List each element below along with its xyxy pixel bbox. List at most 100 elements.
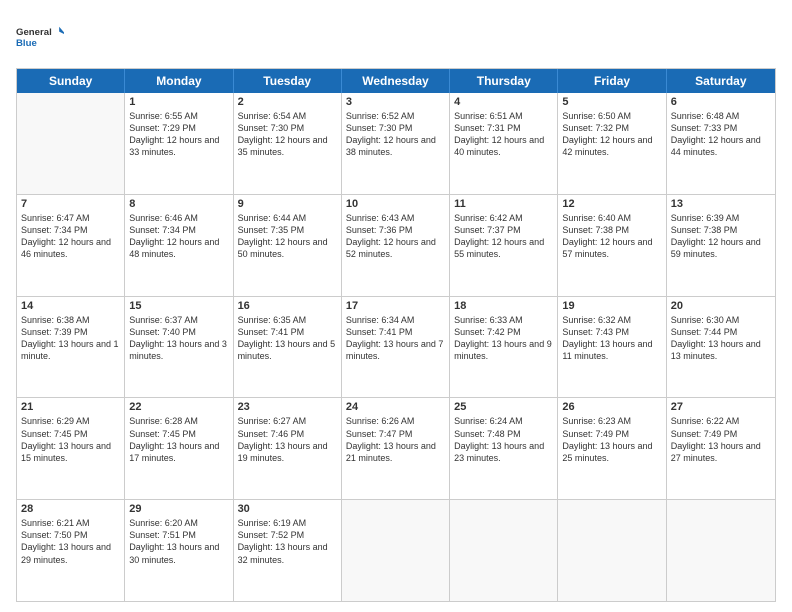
day-12: 12 Sunrise: 6:40 AM Sunset: 7:38 PM Dayli… (558, 195, 666, 296)
day-number: 17 (346, 300, 445, 312)
cell-sun-info: Sunrise: 6:52 AM Sunset: 7:30 PM Dayligh… (346, 110, 445, 159)
day-number: 8 (129, 198, 228, 210)
cell-sun-info: Sunrise: 6:39 AM Sunset: 7:38 PM Dayligh… (671, 212, 771, 261)
day-number: 30 (238, 503, 337, 515)
day-30: 30 Sunrise: 6:19 AM Sunset: 7:52 PM Dayli… (234, 500, 342, 601)
day-number: 24 (346, 401, 445, 413)
day-20: 20Sunrise: 6:30 AM Sunset: 7:44 PM Dayli… (667, 297, 775, 398)
header-day-sunday: Sunday (17, 69, 125, 93)
empty-cell-4-4 (450, 500, 558, 601)
day-number: 28 (21, 503, 120, 515)
day-8: 8 Sunrise: 6:46 AM Sunset: 7:34 PM Daylig… (125, 195, 233, 296)
cell-sun-info: Sunrise: 6:46 AM Sunset: 7:34 PM Dayligh… (129, 212, 228, 261)
header-day-thursday: Thursday (450, 69, 558, 93)
cell-sun-info: Sunrise: 6:50 AM Sunset: 7:32 PM Dayligh… (562, 110, 661, 159)
empty-cell-4-5 (558, 500, 666, 601)
cell-sun-info: Sunrise: 6:24 AM Sunset: 7:48 PM Dayligh… (454, 415, 553, 464)
day-number: 9 (238, 198, 337, 210)
cell-sun-info: Sunrise: 6:34 AM Sunset: 7:41 PM Dayligh… (346, 314, 445, 363)
cell-sun-info: Sunrise: 6:37 AM Sunset: 7:40 PM Dayligh… (129, 314, 228, 363)
week-row-1: 1Sunrise: 6:55 AM Sunset: 7:29 PM Daylig… (17, 93, 775, 195)
cell-sun-info: Sunrise: 6:29 AM Sunset: 7:45 PM Dayligh… (21, 415, 120, 464)
page-header: General Blue (16, 16, 776, 58)
day-number: 4 (454, 96, 553, 108)
header-day-wednesday: Wednesday (342, 69, 450, 93)
day-number: 6 (671, 96, 771, 108)
day-number: 1 (129, 96, 228, 108)
cell-sun-info: Sunrise: 6:47 AM Sunset: 7:34 PM Dayligh… (21, 212, 120, 261)
cell-sun-info: Sunrise: 6:32 AM Sunset: 7:43 PM Dayligh… (562, 314, 661, 363)
day-number: 18 (454, 300, 553, 312)
week-row-5: 28 Sunrise: 6:21 AM Sunset: 7:50 PM Dayli… (17, 500, 775, 601)
day-number: 22 (129, 401, 228, 413)
calendar-body: 1Sunrise: 6:55 AM Sunset: 7:29 PM Daylig… (17, 93, 775, 601)
empty-cell-4-6 (667, 500, 775, 601)
empty-cell-0-0 (17, 93, 125, 194)
cell-sun-info: Sunrise: 6:33 AM Sunset: 7:42 PM Dayligh… (454, 314, 553, 363)
day-5: 5 Sunrise: 6:50 AM Sunset: 7:32 PM Daylig… (558, 93, 666, 194)
day-number: 23 (238, 401, 337, 413)
header-day-friday: Friday (558, 69, 666, 93)
empty-cell-4-3 (342, 500, 450, 601)
day-number: 15 (129, 300, 228, 312)
day-10: 10 Sunrise: 6:43 AM Sunset: 7:36 PM Dayli… (342, 195, 450, 296)
day-29: 29Sunrise: 6:20 AM Sunset: 7:51 PM Dayli… (125, 500, 233, 601)
day-3: 3 Sunrise: 6:52 AM Sunset: 7:30 PM Daylig… (342, 93, 450, 194)
day-number: 14 (21, 300, 120, 312)
day-14: 14 Sunrise: 6:38 AM Sunset: 7:39 PM Dayli… (17, 297, 125, 398)
day-9: 9Sunrise: 6:44 AM Sunset: 7:35 PM Daylig… (234, 195, 342, 296)
week-row-2: 7 Sunrise: 6:47 AM Sunset: 7:34 PM Daylig… (17, 195, 775, 297)
logo-svg: General Blue (16, 16, 64, 58)
day-number: 2 (238, 96, 337, 108)
cell-sun-info: Sunrise: 6:28 AM Sunset: 7:45 PM Dayligh… (129, 415, 228, 464)
header-day-tuesday: Tuesday (234, 69, 342, 93)
cell-sun-info: Sunrise: 6:43 AM Sunset: 7:36 PM Dayligh… (346, 212, 445, 261)
day-7: 7 Sunrise: 6:47 AM Sunset: 7:34 PM Daylig… (17, 195, 125, 296)
cell-sun-info: Sunrise: 6:19 AM Sunset: 7:52 PM Dayligh… (238, 517, 337, 566)
cell-sun-info: Sunrise: 6:38 AM Sunset: 7:39 PM Dayligh… (21, 314, 120, 363)
day-number: 20 (671, 300, 771, 312)
day-number: 16 (238, 300, 337, 312)
day-2: 2Sunrise: 6:54 AM Sunset: 7:30 PM Daylig… (234, 93, 342, 194)
day-4: 4 Sunrise: 6:51 AM Sunset: 7:31 PM Daylig… (450, 93, 558, 194)
day-17: 17 Sunrise: 6:34 AM Sunset: 7:41 PM Dayli… (342, 297, 450, 398)
day-24: 24 Sunrise: 6:26 AM Sunset: 7:47 PM Dayli… (342, 398, 450, 499)
day-25: 25 Sunrise: 6:24 AM Sunset: 7:48 PM Dayli… (450, 398, 558, 499)
header-day-saturday: Saturday (667, 69, 775, 93)
day-number: 7 (21, 198, 120, 210)
day-number: 25 (454, 401, 553, 413)
day-1: 1Sunrise: 6:55 AM Sunset: 7:29 PM Daylig… (125, 93, 233, 194)
day-number: 11 (454, 198, 553, 210)
cell-sun-info: Sunrise: 6:26 AM Sunset: 7:47 PM Dayligh… (346, 415, 445, 464)
day-19: 19 Sunrise: 6:32 AM Sunset: 7:43 PM Dayli… (558, 297, 666, 398)
svg-text:Blue: Blue (16, 38, 37, 49)
day-number: 12 (562, 198, 661, 210)
day-23: 23Sunrise: 6:27 AM Sunset: 7:46 PM Dayli… (234, 398, 342, 499)
day-11: 11 Sunrise: 6:42 AM Sunset: 7:37 PM Dayli… (450, 195, 558, 296)
day-number: 26 (562, 401, 661, 413)
day-22: 22 Sunrise: 6:28 AM Sunset: 7:45 PM Dayli… (125, 398, 233, 499)
day-21: 21 Sunrise: 6:29 AM Sunset: 7:45 PM Dayli… (17, 398, 125, 499)
day-28: 28 Sunrise: 6:21 AM Sunset: 7:50 PM Dayli… (17, 500, 125, 601)
day-26: 26 Sunrise: 6:23 AM Sunset: 7:49 PM Dayli… (558, 398, 666, 499)
header-day-monday: Monday (125, 69, 233, 93)
day-number: 5 (562, 96, 661, 108)
day-13: 13 Sunrise: 6:39 AM Sunset: 7:38 PM Dayli… (667, 195, 775, 296)
cell-sun-info: Sunrise: 6:23 AM Sunset: 7:49 PM Dayligh… (562, 415, 661, 464)
cell-sun-info: Sunrise: 6:48 AM Sunset: 7:33 PM Dayligh… (671, 110, 771, 159)
day-number: 10 (346, 198, 445, 210)
day-number: 3 (346, 96, 445, 108)
cell-sun-info: Sunrise: 6:40 AM Sunset: 7:38 PM Dayligh… (562, 212, 661, 261)
day-number: 19 (562, 300, 661, 312)
cell-sun-info: Sunrise: 6:51 AM Sunset: 7:31 PM Dayligh… (454, 110, 553, 159)
week-row-3: 14 Sunrise: 6:38 AM Sunset: 7:39 PM Dayli… (17, 297, 775, 399)
day-number: 29 (129, 503, 228, 515)
day-number: 21 (21, 401, 120, 413)
day-number: 13 (671, 198, 771, 210)
cell-sun-info: Sunrise: 6:42 AM Sunset: 7:37 PM Dayligh… (454, 212, 553, 261)
logo: General Blue (16, 16, 64, 58)
calendar-header: SundayMondayTuesdayWednesdayThursdayFrid… (17, 69, 775, 93)
week-row-4: 21 Sunrise: 6:29 AM Sunset: 7:45 PM Dayli… (17, 398, 775, 500)
svg-text:General: General (16, 27, 52, 38)
cell-sun-info: Sunrise: 6:21 AM Sunset: 7:50 PM Dayligh… (21, 517, 120, 566)
